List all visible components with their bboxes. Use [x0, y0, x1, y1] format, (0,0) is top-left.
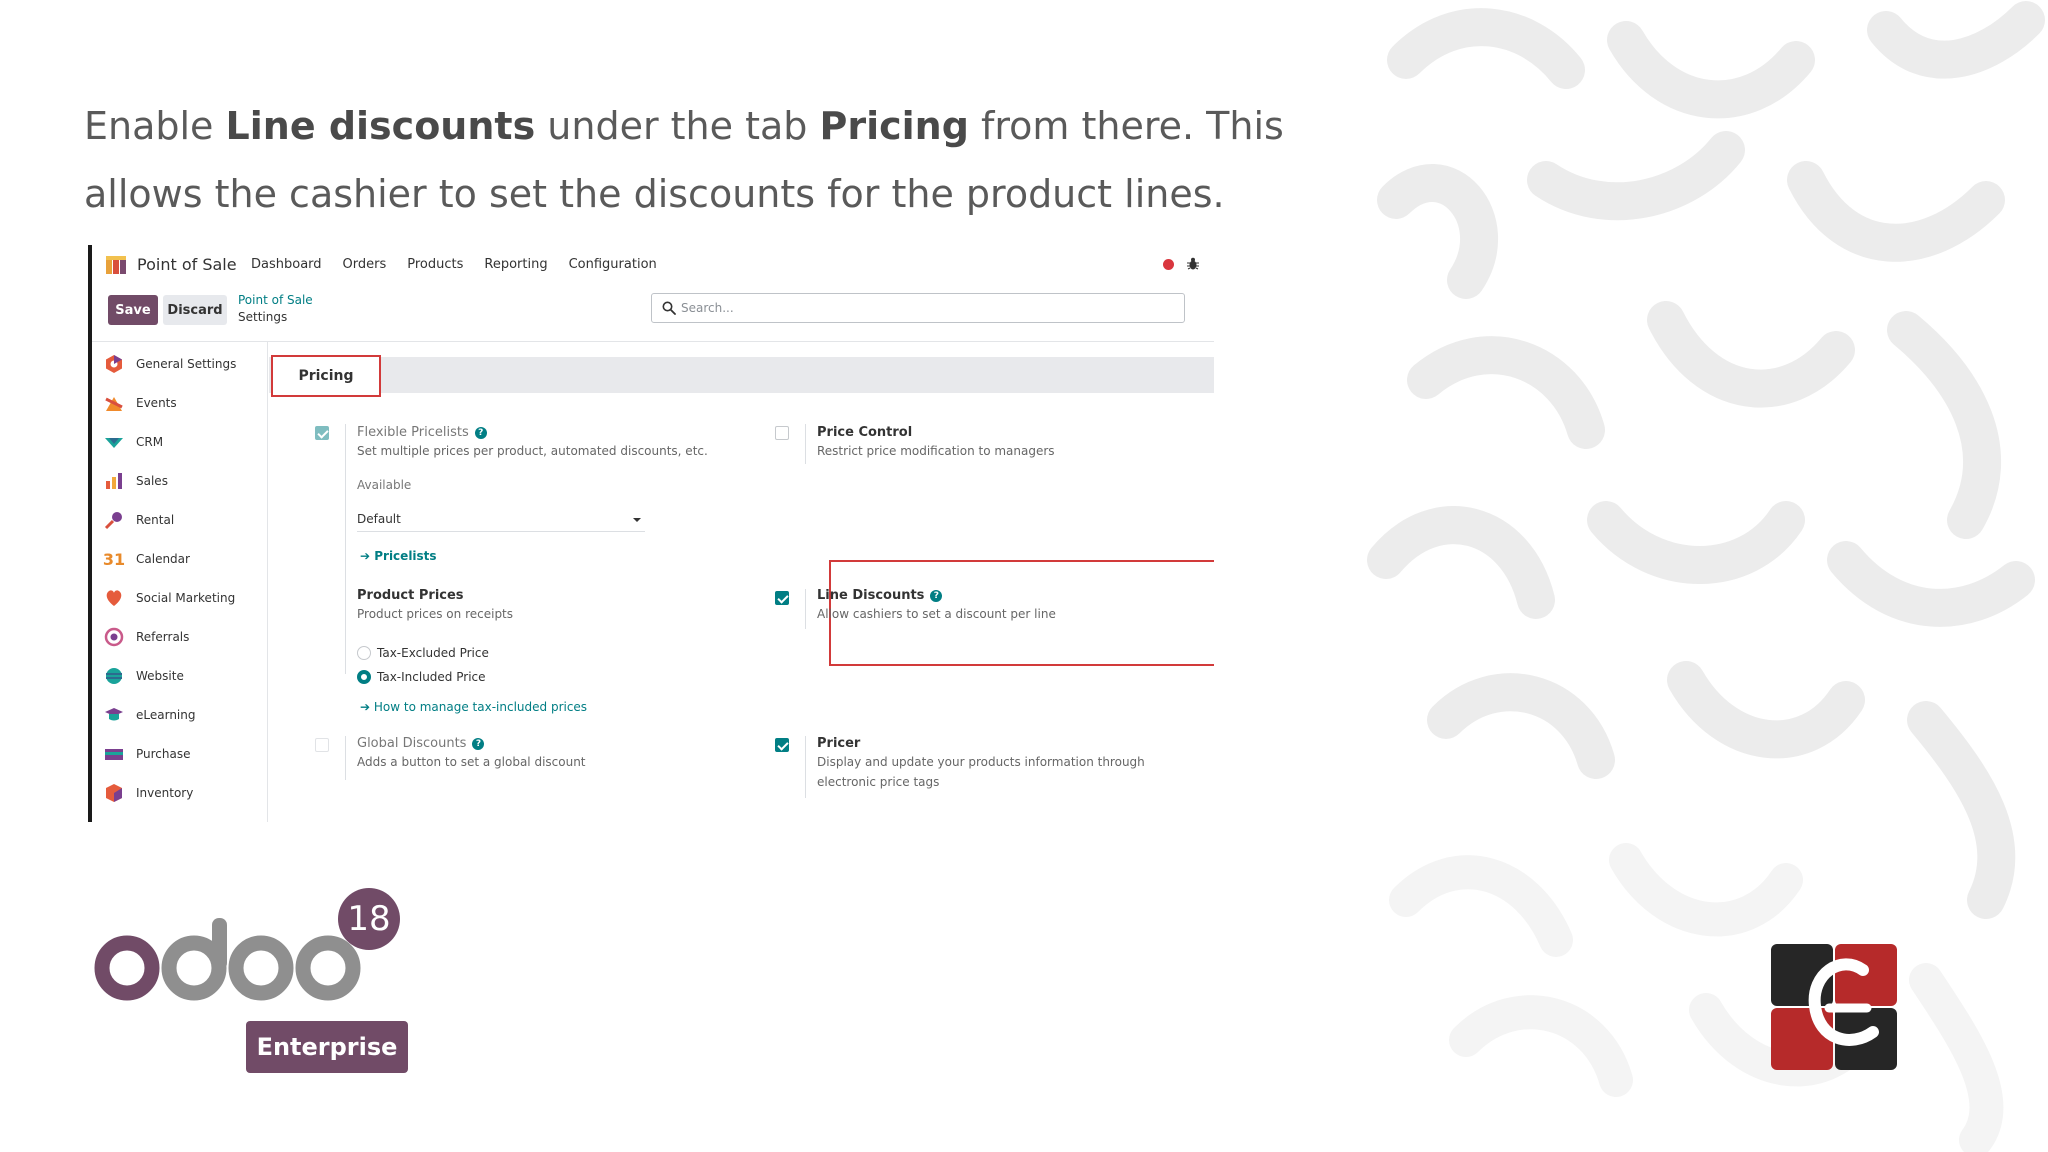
chevron-down-icon: [633, 518, 641, 522]
setting-divider: [805, 589, 806, 629]
instruction-text: Enable Line discounts under the tab Pric…: [84, 104, 1284, 216]
elearning-icon: [104, 705, 124, 725]
sidebar-item-purchase[interactable]: Purchase: [104, 741, 191, 767]
search-input[interactable]: Search...: [651, 293, 1185, 323]
menu-reporting[interactable]: Reporting: [484, 257, 547, 272]
sidebar-item-calendar[interactable]: 31 Calendar: [102, 546, 190, 572]
price-control-desc: Restrict price modification to managers: [817, 444, 1055, 458]
version-badge: 18: [338, 888, 400, 950]
breadcrumb-parent[interactable]: Point of Sale: [238, 293, 313, 307]
global-discounts-checkbox[interactable]: [315, 738, 329, 752]
flexible-pricelists-title: Flexible Pricelists?: [357, 425, 487, 440]
main-menu: Dashboard Orders Products Reporting Conf…: [251, 257, 657, 272]
available-label: Available: [357, 478, 412, 492]
tax-excluded-radio[interactable]: [357, 646, 371, 660]
search-icon: [662, 301, 676, 315]
rental-icon: [104, 510, 124, 530]
breadcrumb-current: Settings: [238, 310, 288, 324]
settings-content: Pricing Flexible Pricelists? Set multipl…: [269, 342, 1214, 822]
debug-bug-icon[interactable]: [1187, 257, 1199, 271]
help-icon[interactable]: ?: [474, 427, 487, 439]
sidebar-item-inventory[interactable]: Inventory: [104, 780, 193, 806]
save-button[interactable]: Save: [108, 295, 158, 325]
sidebar-item-rental[interactable]: Rental: [104, 507, 174, 533]
pricer-desc: Display and update your products informa…: [817, 755, 1145, 789]
menu-dashboard[interactable]: Dashboard: [251, 257, 322, 272]
settings-sidebar: General Settings Events CRM Sales Rental…: [92, 342, 268, 822]
top-navbar: Point of Sale Dashboard Orders Products …: [92, 245, 1214, 285]
sidebar-item-social-marketing[interactable]: Social Marketing: [104, 585, 235, 611]
menu-products[interactable]: Products: [407, 257, 463, 272]
setting-divider: [345, 736, 346, 780]
global-discounts-desc: Adds a button to set a global discount: [357, 755, 586, 769]
enterprise-badge: Enterprise: [246, 1021, 408, 1073]
line-discounts-checkbox[interactable]: [775, 591, 789, 605]
tab-pricing[interactable]: Pricing: [271, 355, 381, 397]
sidebar-item-referrals[interactable]: Referrals: [104, 624, 189, 650]
tax-included-radio[interactable]: [357, 670, 371, 684]
help-icon[interactable]: ?: [930, 590, 943, 602]
sidebar-item-sales[interactable]: Sales: [104, 468, 168, 494]
pricer-checkbox[interactable]: [775, 738, 789, 752]
control-panel: Save Discard Point of Sale Settings Sear…: [92, 293, 1214, 333]
flexible-pricelists-desc: Set multiple prices per product, automat…: [357, 444, 708, 458]
highlight-line-discounts: Line discounts: [225, 104, 536, 148]
price-control-title: Price Control: [817, 425, 913, 440]
record-status-dot[interactable]: [1163, 259, 1174, 270]
search-placeholder: Search...: [681, 301, 734, 315]
decorative-pattern: [1367, 1, 2045, 1152]
purchase-icon: [104, 744, 124, 764]
sidebar-item-crm[interactable]: CRM: [104, 429, 163, 455]
sidebar-item-events[interactable]: Events: [104, 390, 177, 416]
referrals-icon: [104, 627, 124, 647]
tax-help-link[interactable]: ➔ How to manage tax-included prices: [360, 700, 587, 714]
help-icon[interactable]: ?: [472, 738, 485, 750]
price-control-checkbox[interactable]: [775, 426, 789, 440]
social-marketing-icon: [104, 588, 124, 608]
sidebar-item-elearning[interactable]: eLearning: [104, 702, 195, 728]
pricelists-link[interactable]: ➔ Pricelists: [360, 549, 437, 563]
menu-orders[interactable]: Orders: [343, 257, 387, 272]
setting-divider: [805, 736, 806, 798]
global-discounts-title: Global Discounts?: [357, 736, 485, 751]
point-of-sale-app-icon[interactable]: [106, 256, 128, 274]
crm-icon: [104, 432, 124, 452]
flexible-pricelists-checkbox[interactable]: [315, 426, 329, 440]
highlight-pricing: Pricing: [819, 104, 969, 148]
inventory-icon: [104, 783, 124, 803]
website-icon: [104, 666, 124, 686]
line-discounts-desc: Allow cashiers to set a discount per lin…: [817, 607, 1056, 621]
line-discounts-title: Line Discounts?: [817, 588, 943, 603]
sidebar-item-general-settings[interactable]: General Settings: [104, 351, 236, 377]
tax-included-label: Tax-Included Price: [377, 670, 486, 684]
menu-configuration[interactable]: Configuration: [569, 257, 657, 272]
product-prices-desc: Product prices on receipts: [357, 607, 514, 621]
events-icon: [104, 393, 124, 413]
discard-button[interactable]: Discard: [163, 295, 227, 325]
section-header: [269, 357, 1214, 393]
product-prices-title: Product Prices: [357, 588, 464, 603]
sidebar-item-website[interactable]: Website: [104, 663, 184, 689]
sales-icon: [104, 471, 124, 491]
company-logo: [1771, 944, 1897, 1070]
calendar-icon: 31: [102, 549, 126, 569]
pricelist-select[interactable]: Default: [357, 512, 645, 532]
pricer-title: Pricer: [817, 736, 861, 751]
general-settings-icon: [104, 354, 124, 374]
tax-excluded-label: Tax-Excluded Price: [377, 646, 489, 660]
odoo-settings-screenshot: Point of Sale Dashboard Orders Products …: [88, 245, 1214, 822]
app-title[interactable]: Point of Sale: [137, 255, 237, 274]
setting-divider: [805, 424, 806, 464]
setting-divider: [345, 424, 346, 674]
